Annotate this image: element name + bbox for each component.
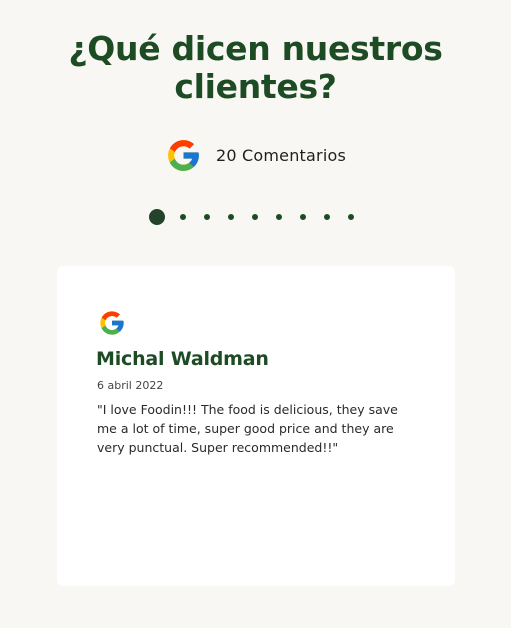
- carousel-dot-1[interactable]: [148, 209, 165, 225]
- carousel-dot-6[interactable]: [275, 214, 282, 220]
- carousel-pagination: [0, 208, 511, 226]
- review-count: 20 Comentarios: [215, 145, 346, 165]
- review-text: "I love Foodin!!! The food is delicious,…: [97, 402, 398, 455]
- google-icon: [168, 139, 199, 171]
- section-title: ¿Qué dicen nuestros clientes?: [68, 29, 443, 106]
- carousel-dot-9[interactable]: [347, 214, 354, 220]
- carousel-dot-2[interactable]: [179, 214, 186, 220]
- review-card: Michal Waldman 6 abril 2022 "I love Food…: [57, 266, 455, 586]
- google-icon: [100, 311, 124, 335]
- carousel-dot-3[interactable]: [203, 214, 210, 220]
- reviews-summary: 20 Comentarios: [0, 136, 511, 174]
- review-date: 6 abril 2022: [97, 379, 164, 392]
- carousel-dot-5[interactable]: [251, 214, 258, 220]
- carousel-dot-4[interactable]: [227, 214, 234, 220]
- carousel-dot-8[interactable]: [323, 214, 330, 220]
- carousel-dot-7[interactable]: [299, 214, 306, 220]
- reviewer-name: Michal Waldman: [96, 348, 269, 370]
